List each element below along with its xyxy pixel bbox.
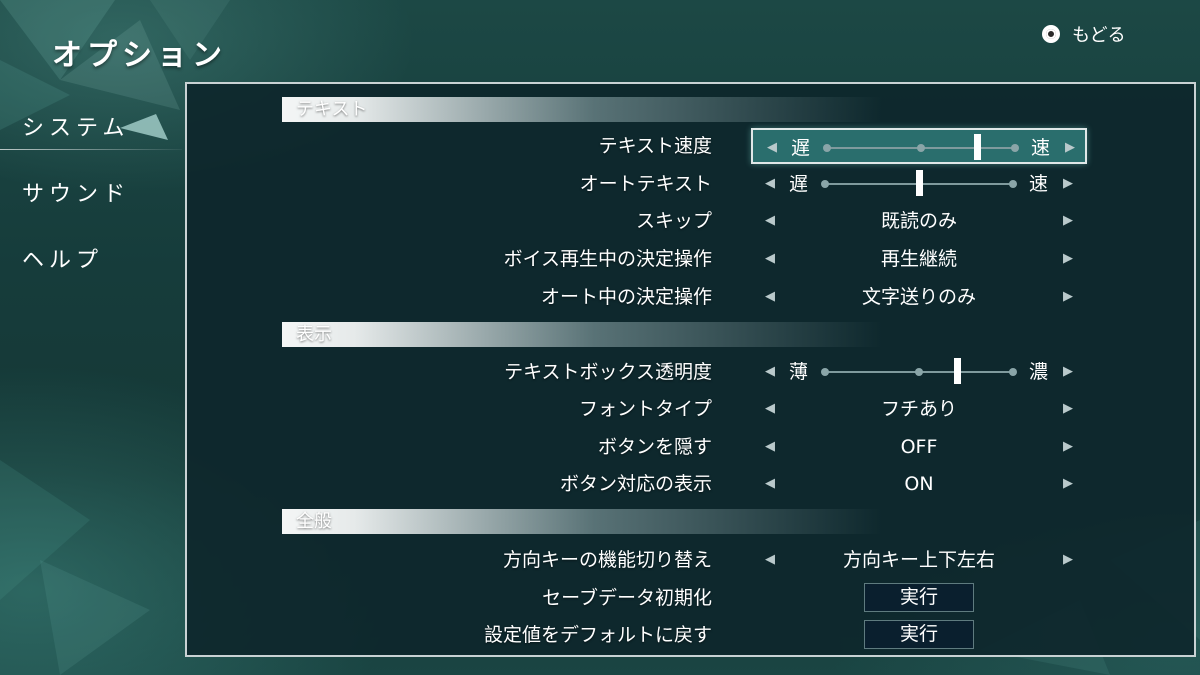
left-arrow-icon[interactable]: ◀ [763, 241, 777, 277]
section-header-text: テキスト [282, 97, 882, 122]
slider-dot [1009, 368, 1017, 376]
right-arrow-icon[interactable]: ▶ [1063, 130, 1077, 166]
left-arrow-icon[interactable]: ◀ [763, 466, 777, 502]
option-label: セーブデータ初期化 [542, 587, 712, 609]
circle-button-icon [1042, 25, 1060, 43]
option-value: ON [904, 473, 934, 495]
sidebar-item-help[interactable]: ヘルプ [22, 242, 103, 274]
execute-button-reset-save[interactable]: 実行 [864, 583, 974, 612]
option-value: 文字送りのみ [861, 286, 976, 308]
slider-dot [917, 144, 925, 152]
option-value: 既読のみ [880, 210, 957, 232]
right-arrow-icon[interactable]: ▶ [1061, 429, 1075, 465]
slider-max-label: 速 [1031, 137, 1051, 159]
slider-track[interactable] [821, 358, 1017, 384]
section-header-display: 表示 [282, 322, 882, 347]
option-label: テキスト速度 [598, 135, 712, 157]
left-arrow-icon[interactable]: ◀ [763, 203, 777, 239]
option-value: OFF [900, 436, 938, 458]
page-title: オプション [52, 38, 227, 73]
slider-textbox-opacity[interactable]: ◀ 薄 濃 ▶ [751, 354, 1087, 390]
slider-track[interactable] [821, 170, 1017, 196]
slider-thumb[interactable] [916, 170, 923, 196]
option-row-reset-settings[interactable]: 設定値をデフォルトに戻す 実行 [187, 617, 1194, 653]
selector-skip[interactable]: ◀ 既読のみ ▶ [751, 203, 1087, 239]
selector-button-hints[interactable]: ◀ ON ▶ [751, 466, 1087, 502]
left-arrow-icon[interactable]: ◀ [763, 354, 777, 390]
right-arrow-icon[interactable]: ▶ [1061, 354, 1075, 390]
selector-hide-buttons[interactable]: ◀ OFF ▶ [751, 429, 1087, 465]
option-value: フチあり [880, 398, 957, 420]
right-arrow-icon[interactable]: ▶ [1061, 203, 1075, 239]
selector-voice-confirm[interactable]: ◀ 再生継続 ▶ [751, 241, 1087, 277]
right-arrow-icon[interactable]: ▶ [1061, 279, 1075, 315]
slider-dot [915, 368, 923, 376]
option-row-skip[interactable]: スキップ ◀ 既読のみ ▶ [187, 203, 1194, 239]
selector-auto-confirm[interactable]: ◀ 文字送りのみ ▶ [751, 279, 1087, 315]
slider-auto-text[interactable]: ◀ 遅 速 ▶ [751, 166, 1087, 202]
left-arrow-icon[interactable]: ◀ [763, 542, 777, 578]
execute-button-reset-settings[interactable]: 実行 [864, 620, 974, 649]
slider-track[interactable] [823, 134, 1019, 160]
options-panel: テキスト テキスト速度 ◀ 遅 速 ▶ オートテキスト ◀ 遅 速 ▶ スキップ… [185, 82, 1196, 657]
option-row-hide-buttons[interactable]: ボタンを隠す ◀ OFF ▶ [187, 429, 1194, 465]
selector-font-type[interactable]: ◀ フチあり ▶ [751, 391, 1087, 427]
option-label: オート中の決定操作 [540, 286, 712, 308]
option-row-auto-confirm[interactable]: オート中の決定操作 ◀ 文字送りのみ ▶ [187, 279, 1194, 315]
option-row-voice-confirm[interactable]: ボイス再生中の決定操作 ◀ 再生継続 ▶ [187, 241, 1194, 277]
option-label: テキストボックス透明度 [504, 361, 712, 383]
slider-min-label: 遅 [791, 137, 811, 159]
option-row-direction-keys[interactable]: 方向キーの機能切り替え ◀ 方向キー上下左右 ▶ [187, 542, 1194, 578]
option-label: オートテキスト [579, 173, 712, 195]
right-arrow-icon[interactable]: ▶ [1061, 391, 1075, 427]
sidebar-item-label: サウンド [22, 182, 131, 207]
right-arrow-icon[interactable]: ▶ [1061, 166, 1075, 202]
left-arrow-icon[interactable]: ◀ [763, 429, 777, 465]
option-row-font-type[interactable]: フォントタイプ ◀ フチあり ▶ [187, 391, 1194, 427]
left-arrow-icon[interactable]: ◀ [763, 391, 777, 427]
right-arrow-icon[interactable]: ▶ [1061, 466, 1075, 502]
sidebar-item-label: システム [22, 116, 130, 141]
option-label: 設定値をデフォルトに戻す [483, 624, 712, 646]
slider-dot [821, 368, 829, 376]
option-row-auto-text[interactable]: オートテキスト ◀ 遅 速 ▶ [187, 166, 1194, 202]
selector-direction-keys[interactable]: ◀ 方向キー上下左右 ▶ [751, 542, 1087, 578]
sidebar-item-label: ヘルプ [22, 248, 104, 273]
back-button[interactable]: もどる [1042, 20, 1126, 48]
slider-text-speed[interactable]: ◀ 遅 速 ▶ [751, 128, 1087, 164]
left-arrow-icon[interactable]: ◀ [765, 130, 779, 166]
option-row-button-hints[interactable]: ボタン対応の表示 ◀ ON ▶ [187, 466, 1194, 502]
slider-thumb[interactable] [953, 358, 961, 384]
back-label: もどる [1072, 25, 1126, 46]
left-arrow-icon[interactable]: ◀ [763, 279, 777, 315]
right-arrow-icon[interactable]: ▶ [1061, 542, 1075, 578]
option-value: 方向キー上下左右 [842, 549, 995, 571]
selection-marker-icon [120, 114, 168, 140]
option-label: ボタンを隠す [597, 436, 712, 458]
slider-max-label: 濃 [1029, 361, 1049, 383]
slider-dot [1011, 144, 1019, 152]
sidebar-item-system[interactable]: システム [0, 110, 183, 150]
slider-thumb[interactable] [974, 134, 982, 160]
right-arrow-icon[interactable]: ▶ [1061, 241, 1075, 277]
slider-max-label: 速 [1029, 173, 1049, 195]
slider-min-label: 薄 [789, 361, 809, 383]
option-label: スキップ [635, 210, 712, 232]
option-row-reset-save[interactable]: セーブデータ初期化 実行 [187, 580, 1194, 616]
option-row-textbox-opacity[interactable]: テキストボックス透明度 ◀ 薄 濃 ▶ [187, 354, 1194, 390]
sidebar-item-sound[interactable]: サウンド [22, 176, 130, 208]
option-row-text-speed[interactable]: テキスト速度 ◀ 遅 速 ▶ [187, 128, 1194, 164]
option-value: 再生継続 [880, 248, 957, 270]
slider-dot [821, 180, 829, 188]
slider-min-label: 遅 [789, 173, 809, 195]
option-label: フォントタイプ [578, 398, 712, 420]
option-label: 方向キーの機能切り替え [502, 549, 712, 571]
slider-dot [823, 144, 831, 152]
left-arrow-icon[interactable]: ◀ [763, 166, 777, 202]
section-header-general: 全般 [282, 509, 882, 534]
slider-dot [1009, 180, 1017, 188]
option-label: ボタン対応の表示 [559, 473, 712, 495]
option-label: ボイス再生中の決定操作 [503, 248, 712, 270]
